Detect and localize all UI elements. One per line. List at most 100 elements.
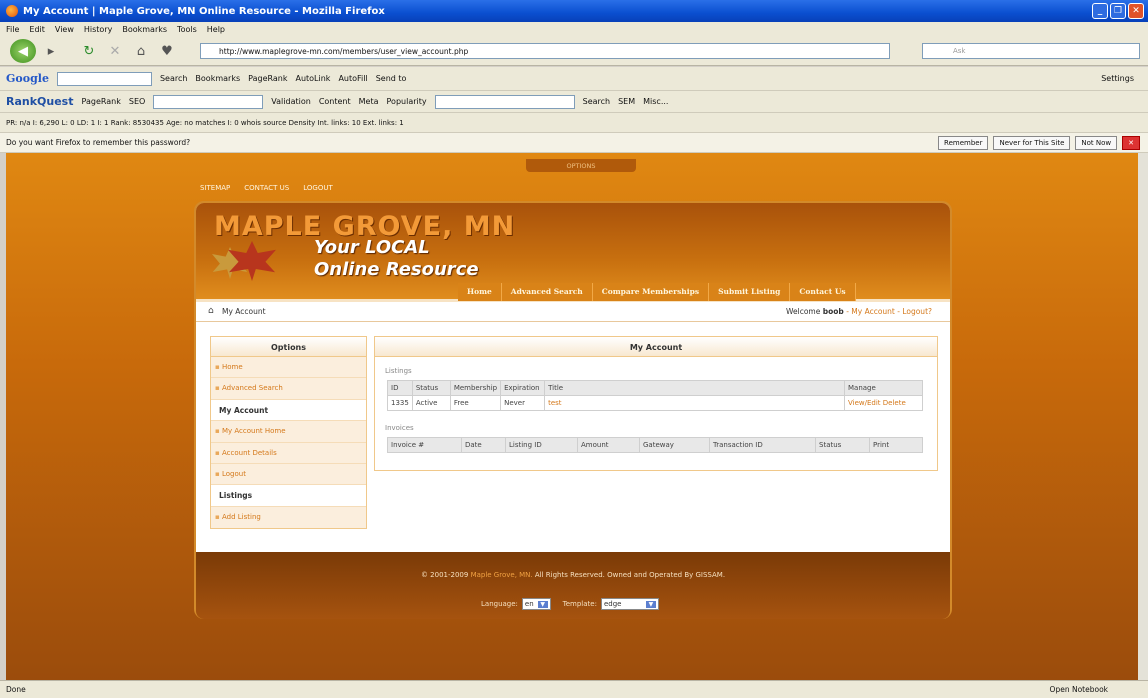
sidebar-section-my-account: My Account: [211, 399, 366, 422]
rq-search[interactable]: Search: [583, 97, 610, 106]
options-tab[interactable]: OPTIONS: [526, 159, 636, 172]
content-area: Options Home Advanced Search My Account …: [196, 322, 950, 552]
rq-content[interactable]: Content: [319, 97, 351, 106]
welcome-links[interactable]: - My Account - Logout?: [846, 307, 932, 316]
site-tagline-1: Your LOCAL: [314, 237, 430, 258]
google-search-input[interactable]: [56, 71, 152, 86]
welcome-prefix: Welcome: [786, 307, 821, 316]
bookmark-star-icon[interactable]: ♥: [156, 41, 178, 61]
rq-seo[interactable]: SEO: [129, 97, 145, 106]
sidebar-item-add-listing[interactable]: Add Listing: [211, 506, 366, 529]
google-settings-button[interactable]: Settings: [1101, 74, 1134, 83]
minimize-button[interactable]: _: [1092, 3, 1108, 19]
listing-id: 1335: [387, 395, 413, 411]
copyright-site-link[interactable]: Maple Grove, MN.: [471, 571, 533, 579]
rq-misc[interactable]: Misc...: [643, 97, 668, 106]
back-button[interactable]: ◀: [10, 39, 36, 63]
nav-advanced-search[interactable]: Advanced Search: [502, 283, 593, 301]
menu-bookmarks[interactable]: Bookmarks: [122, 25, 167, 34]
close-button[interactable]: ✕: [1128, 3, 1144, 19]
listing-membership: Free: [449, 395, 502, 411]
copyright-suffix: All Rights Reserved. Owned and Operated …: [534, 571, 726, 579]
rq-search-input[interactable]: [434, 94, 575, 109]
never-for-site-button[interactable]: Never for This Site: [993, 136, 1071, 150]
site-footer: © 2001-2009 Maple Grove, MN. All Rights …: [196, 552, 950, 619]
remember-button[interactable]: Remember: [938, 136, 989, 150]
google-autofill[interactable]: AutoFill: [338, 74, 367, 83]
firefox-logo-icon: [6, 5, 18, 17]
menu-history[interactable]: History: [84, 25, 112, 34]
menu-view[interactable]: View: [55, 25, 74, 34]
vertical-scrollbar[interactable]: [1138, 153, 1148, 680]
options-sidebar: Options Home Advanced Search My Account …: [210, 336, 367, 530]
google-sendto[interactable]: Send to: [376, 74, 407, 83]
menu-bar: File Edit View History Bookmarks Tools H…: [0, 22, 1148, 36]
listing-title-link[interactable]: test: [544, 395, 845, 411]
google-autolink[interactable]: AutoLink: [295, 74, 330, 83]
maximize-button[interactable]: ❐: [1110, 3, 1126, 19]
ask-search-input[interactable]: Ask: [922, 43, 1140, 59]
col-invoice: Invoice #: [387, 437, 462, 453]
sidebar-header: Options: [211, 337, 366, 357]
stop-button[interactable]: ✕: [104, 41, 126, 61]
col-status: Status: [411, 380, 451, 396]
url-input[interactable]: http://www.maplegrove-mn.com/members/use…: [200, 43, 890, 59]
template-value: edge: [603, 600, 622, 608]
menu-help[interactable]: Help: [207, 25, 225, 34]
welcome-text: Welcome boob - My Account - Logout?: [786, 307, 932, 316]
listing-expiration: Never: [500, 395, 546, 411]
col-amount: Amount: [577, 437, 640, 453]
logout-link[interactable]: LOGOUT: [303, 184, 333, 192]
close-notification-icon[interactable]: ✕: [1122, 136, 1140, 150]
google-logo: Google: [6, 72, 49, 85]
rq-validation[interactable]: Validation: [271, 97, 311, 106]
home-icon[interactable]: ⌂: [208, 306, 214, 316]
listing-status: Active: [411, 395, 451, 411]
contact-us-link[interactable]: CONTACT US: [244, 184, 289, 192]
invoices-header-row: Invoice # Date Listing ID Amount Gateway…: [387, 437, 923, 453]
google-pagerank[interactable]: PageRank: [248, 74, 287, 83]
sidebar-item-my-account-home[interactable]: My Account Home: [211, 421, 366, 443]
google-bookmarks-button[interactable]: Bookmarks: [195, 74, 240, 83]
sidebar-item-account-details[interactable]: Account Details: [211, 442, 366, 464]
ask-placeholder: Ask: [953, 47, 966, 55]
not-now-button[interactable]: Not Now: [1075, 136, 1118, 150]
menu-edit[interactable]: Edit: [29, 25, 45, 34]
reload-button[interactable]: ↻: [78, 41, 100, 61]
nav-home[interactable]: Home: [458, 283, 502, 301]
language-value: en: [524, 600, 534, 608]
invoices-table: Invoice # Date Listing ID Amount Gateway…: [387, 437, 923, 453]
sidebar-item-logout[interactable]: Logout: [211, 463, 366, 486]
listing-manage-links[interactable]: View/Edit Delete: [844, 395, 923, 411]
rq-meta[interactable]: Meta: [359, 97, 379, 106]
seo-stats-toolbar: PR: n/a I: 6,290 L: 0 LD: 1 I: 1 Rank: 8…: [0, 113, 1148, 133]
menu-file[interactable]: File: [6, 25, 19, 34]
sidebar-item-home[interactable]: Home: [211, 357, 366, 379]
breadcrumb-row: ⌂ My Account Welcome boob - My Account -…: [196, 302, 950, 322]
google-search-button[interactable]: Search: [160, 74, 187, 83]
nav-compare-memberships[interactable]: Compare Memberships: [593, 283, 710, 301]
rq-pagerank[interactable]: PageRank: [82, 97, 121, 106]
copyright: © 2001-2009 Maple Grove, MN. All Rights …: [196, 571, 950, 579]
invoices-label: Invoices: [385, 424, 414, 432]
nav-submit-listing[interactable]: Submit Listing: [709, 283, 791, 301]
rq-popularity[interactable]: Popularity: [387, 97, 427, 106]
home-button[interactable]: ⌂: [130, 41, 152, 61]
col-transaction-id: Transaction ID: [709, 437, 816, 453]
sitemap-link[interactable]: SITEMAP: [200, 184, 230, 192]
rq-select[interactable]: [153, 94, 264, 109]
top-links: SITEMAP CONTACT US LOGOUT: [200, 184, 333, 192]
language-select[interactable]: en ▼: [521, 598, 551, 610]
url-text: http://www.maplegrove-mn.com/members/use…: [219, 47, 469, 56]
menu-tools[interactable]: Tools: [177, 25, 197, 34]
nav-contact-us[interactable]: Contact Us: [790, 283, 856, 301]
rankquest-logo: RankQuest: [6, 95, 74, 108]
open-notebook-button[interactable]: Open Notebook: [1050, 685, 1108, 694]
seo-stats-text[interactable]: PR: n/a I: 6,290 L: 0 LD: 1 I: 1 Rank: 8…: [6, 119, 404, 127]
window-titlebar: My Account | Maple Grove, MN Online Reso…: [0, 0, 1148, 22]
sidebar-item-advanced-search[interactable]: Advanced Search: [211, 378, 366, 400]
forward-button[interactable]: ▸: [40, 41, 62, 61]
template-select[interactable]: edge ▼: [600, 598, 659, 610]
rq-sem[interactable]: SEM: [618, 97, 635, 106]
chevron-down-icon: ▼: [537, 600, 548, 608]
